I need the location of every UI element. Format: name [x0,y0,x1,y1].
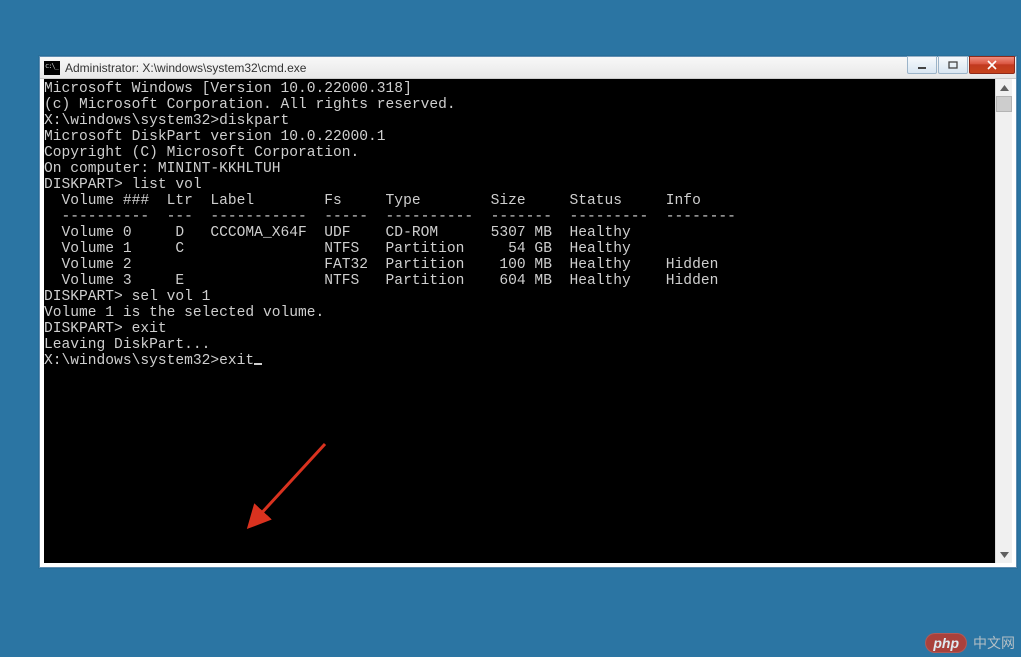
watermark-badge: php [925,633,967,653]
console-line: On computer: MININT-KKHLTUH [44,161,1012,177]
titlebar[interactable]: Administrator: X:\windows\system32\cmd.e… [40,57,1016,79]
console-line: Copyright (C) Microsoft Corporation. [44,145,1012,161]
console-line: Microsoft DiskPart version 10.0.22000.1 [44,129,1012,145]
console-line: (c) Microsoft Corporation. All rights re… [44,97,1012,113]
console-line: Volume ### Ltr Label Fs Type Size Status… [44,193,1012,209]
minimize-button[interactable] [907,56,937,74]
cmd-icon [44,61,60,75]
scroll-up-button[interactable] [996,79,1012,96]
console-line: Volume 3 E NTFS Partition 604 MB Healthy… [44,273,1012,289]
console-line: X:\windows\system32>diskpart [44,113,1012,129]
console-line: DISKPART> list vol [44,177,1012,193]
console-line: Leaving DiskPart... [44,337,1012,353]
text-cursor [254,363,262,365]
console-line: DISKPART> sel vol 1 [44,289,1012,305]
console-line: X:\windows\system32>exit [44,353,1012,369]
console-line: Volume 1 C NTFS Partition 54 GB Healthy [44,241,1012,257]
console-line: Volume 1 is the selected volume. [44,305,1012,321]
scrollbar[interactable] [995,79,1012,563]
watermark: php 中文网 [925,633,1015,653]
console-line: Volume 0 D CCCOMA_X64F UDF CD-ROM 5307 M… [44,225,1012,241]
maximize-button[interactable] [938,56,968,74]
close-button[interactable] [969,56,1015,74]
scroll-down-button[interactable] [996,546,1012,563]
console-line: ---------- --- ----------- ----- -------… [44,209,1012,225]
window-controls [907,56,1015,74]
cmd-window: Administrator: X:\windows\system32\cmd.e… [39,56,1017,568]
scroll-thumb[interactable] [996,96,1012,112]
watermark-text: 中文网 [973,633,1015,653]
console-line: Microsoft Windows [Version 10.0.22000.31… [44,81,1012,97]
console-line: Volume 2 FAT32 Partition 100 MB Healthy … [44,257,1012,273]
console-output[interactable]: Microsoft Windows [Version 10.0.22000.31… [44,79,1012,563]
window-title: Administrator: X:\windows\system32\cmd.e… [65,61,907,75]
console-line: DISKPART> exit [44,321,1012,337]
